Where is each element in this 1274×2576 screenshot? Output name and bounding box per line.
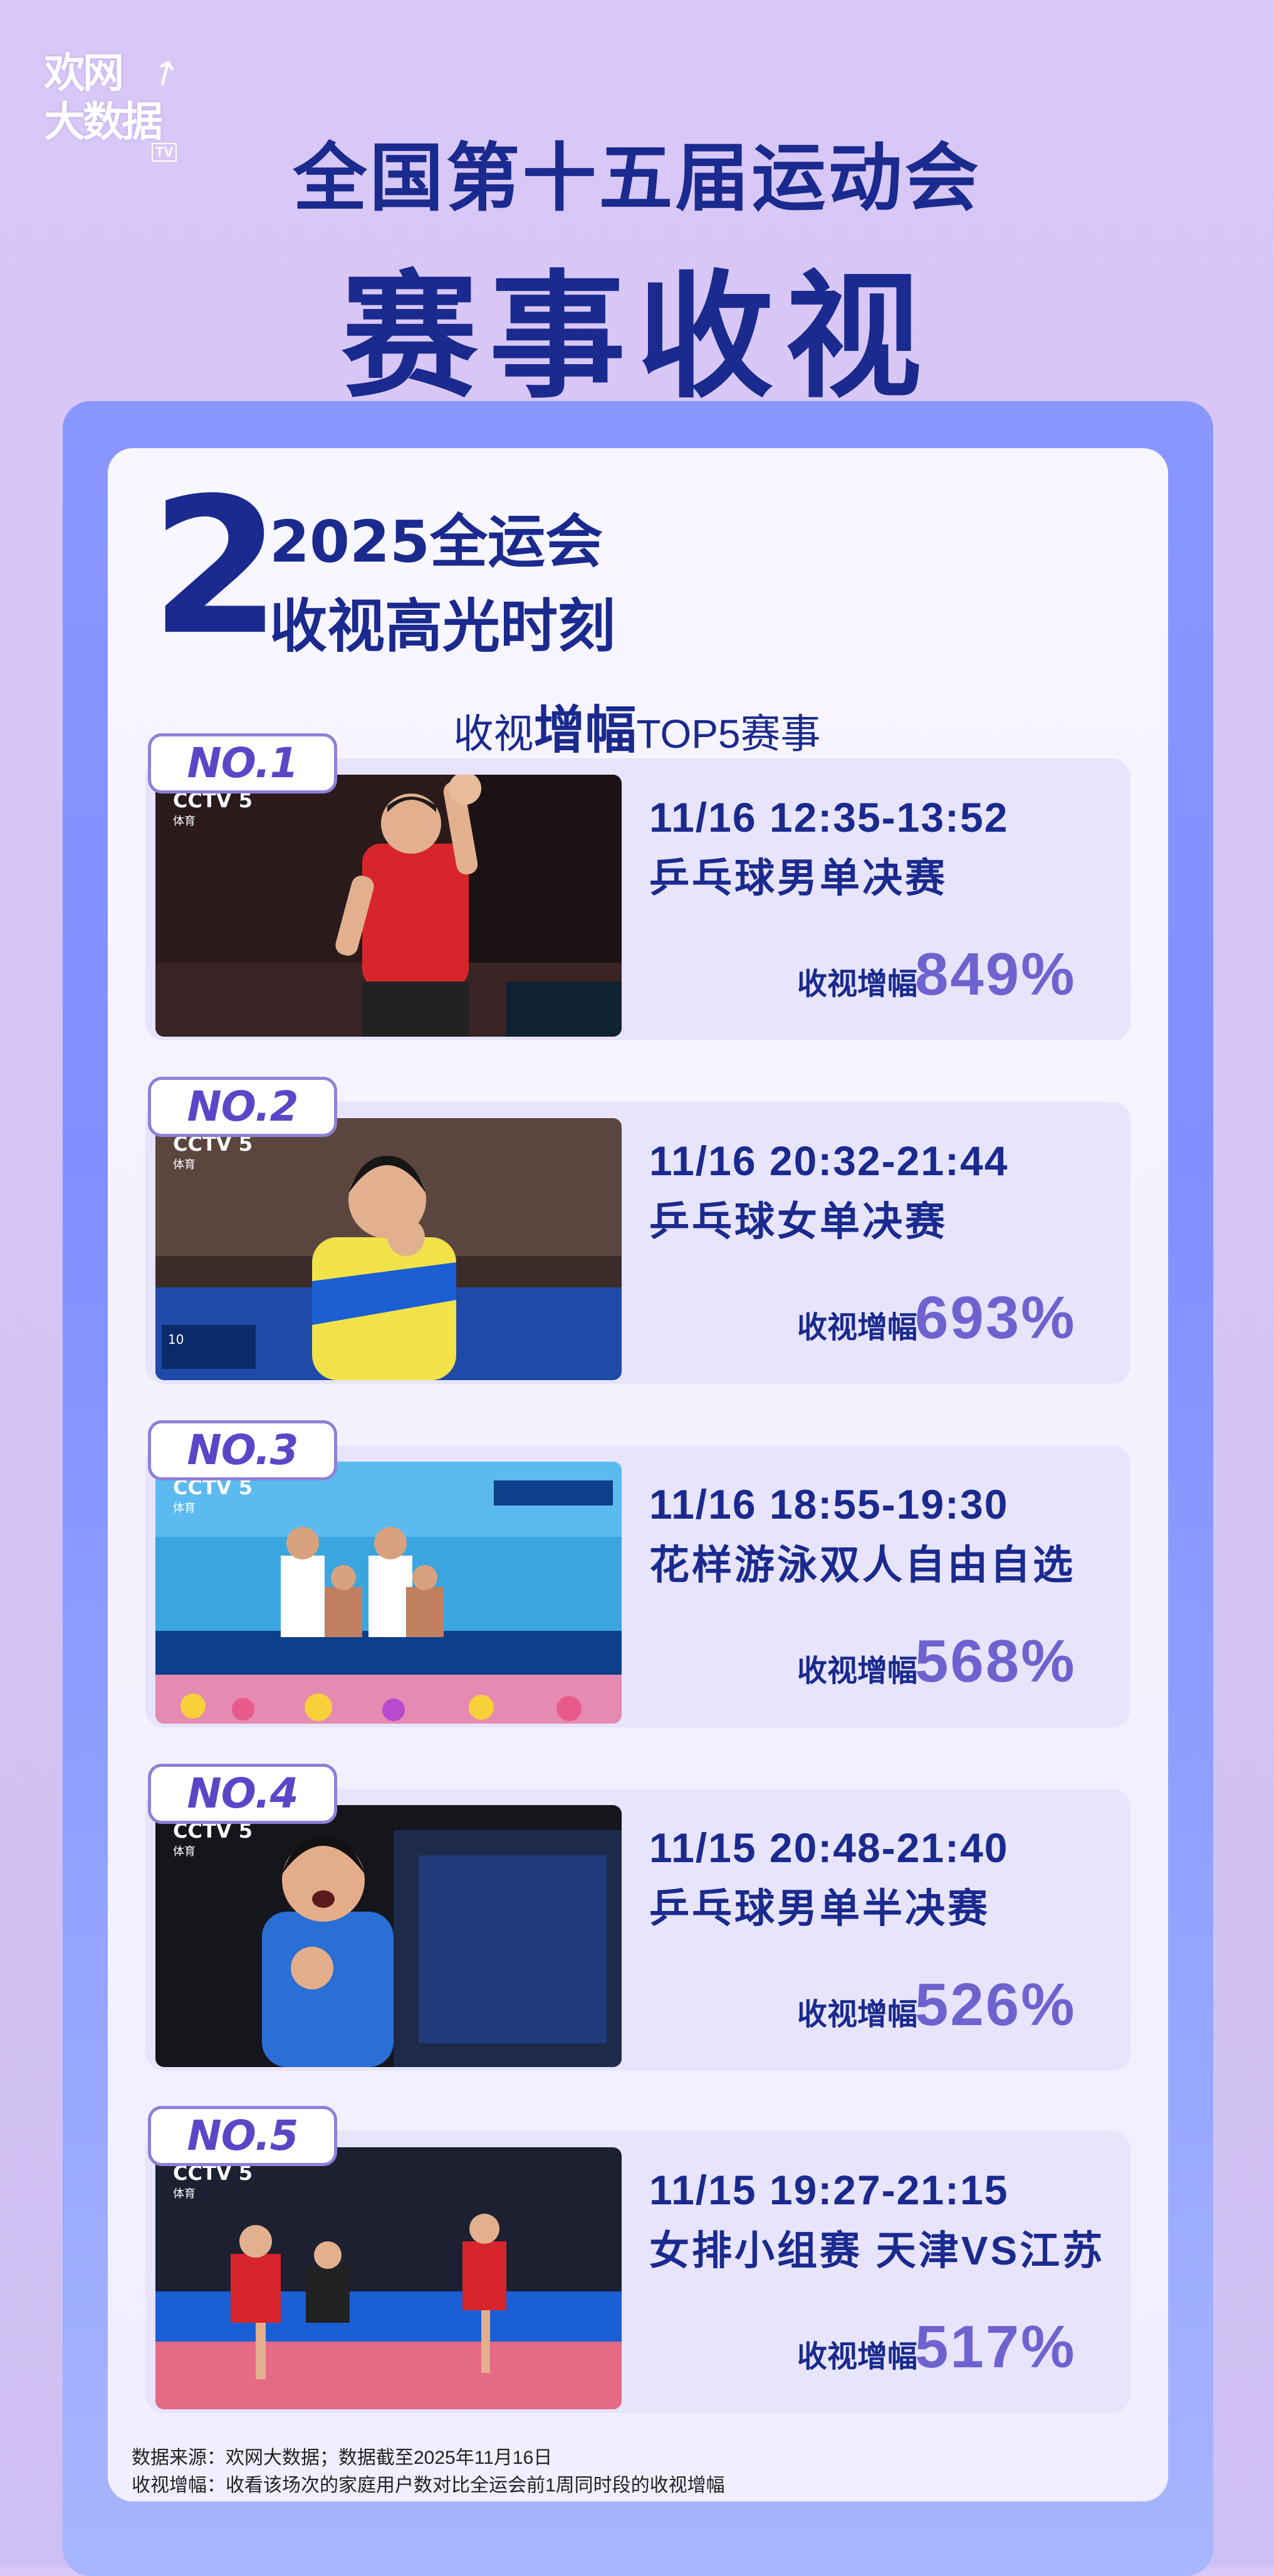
rate-label: 收视增幅 — [797, 1311, 918, 1344]
footnote-source: 数据来源：欢网大数据；数据截至2025年11月16日 — [132, 2448, 553, 2468]
rank-badge: NO.2 — [148, 1077, 337, 1137]
section-title-line2: 收视高光时刻 — [269, 593, 616, 660]
footnote-definition: 收视增幅：收看该场次的家庭用户数对比全运会前1周同时段的收视增幅 — [132, 2475, 725, 2496]
section-title-line1: 2025全运会 — [269, 508, 603, 575]
rate-value: 693% — [915, 1284, 1077, 1351]
event-name: 女排小组赛 天津VS江苏 — [649, 2228, 1105, 2273]
svg-text:10: 10 — [168, 1332, 184, 1347]
event-item-1: CCTV 5 体育 NO.1 11/16 12:35-13:52 乒乓球男单决赛 … — [145, 733, 1130, 1040]
channel-badge: CCTV 5 体育 — [173, 1475, 253, 1515]
page-title: 全国第十五届运动会 — [293, 135, 981, 221]
event-photo: CCTV 5 体育 — [155, 775, 622, 1037]
section-number: 2 — [150, 458, 281, 676]
rate-value: 849% — [915, 941, 1077, 1008]
event-name: 乒乓球男单决赛 — [649, 856, 948, 901]
rank-badge: NO.4 — [148, 1764, 337, 1824]
rank-badge: NO.1 — [148, 733, 337, 793]
event-photo: 10 CCTV 5 体育 — [155, 1118, 622, 1380]
rate-value: 517% — [915, 2313, 1077, 2380]
rate-label: 收视增幅 — [797, 1655, 918, 1688]
event-time: 11/16 12:35-13:52 — [649, 794, 1009, 840]
event-item-4: CCTV 5 体育 NO.4 11/15 20:48-21:40 乒乓球男单半决赛… — [145, 1764, 1130, 2071]
channel-badge: CCTV 5 体育 — [173, 1132, 253, 1171]
event-time: 11/15 19:27-21:15 — [649, 2167, 1009, 2213]
channel-badge: CCTV 5 体育 — [173, 1819, 253, 1858]
rate-label: 收视增幅 — [797, 2340, 918, 2374]
event-photo: CCTV 5 体育 — [155, 1805, 622, 2067]
event-name: 乒乓球女单决赛 — [649, 1199, 948, 1244]
footnote: 数据来源：欢网大数据；数据截至2025年11月16日 收视增幅：收看该场次的家庭… — [132, 2444, 725, 2500]
rank-badge: NO.3 — [148, 1420, 337, 1480]
rate-value: 568% — [915, 1628, 1077, 1695]
event-photo: CCTV 5 体育 — [155, 1462, 622, 1724]
event-photo: CCTV 5 体育 — [155, 2147, 622, 2409]
channel-badge: CCTV 5 体育 — [173, 2161, 253, 2201]
rate-label: 收视增幅 — [797, 968, 918, 1001]
event-item-3: CCTV 5 体育 NO.3 11/16 18:55-19:30 花样游泳双人自由… — [145, 1420, 1130, 1727]
rate-label: 收视增幅 — [797, 1998, 918, 2031]
event-item-5: CCTV 5 体育 NO.5 11/15 19:27-21:15 女排小组赛 天津… — [145, 2106, 1130, 2413]
event-time: 11/16 20:32-21:44 — [649, 1138, 1009, 1184]
rank-badge: NO.5 — [148, 2106, 337, 2166]
event-name: 花样游泳双人自由自选 — [649, 1542, 1075, 1588]
rate-value: 526% — [915, 1971, 1077, 2038]
event-time: 11/15 20:48-21:40 — [649, 1825, 1009, 1871]
event-item-2: 10 CCTV 5 体育 NO.2 11/16 20:32-21:44 乒乓球女单… — [145, 1077, 1130, 1384]
event-name: 乒乓球男单半决赛 — [649, 1886, 990, 1931]
page-subtitle: 赛事收视 — [341, 258, 933, 417]
event-time: 11/16 18:55-19:30 — [649, 1481, 1009, 1527]
channel-badge: CCTV 5 体育 — [173, 788, 253, 828]
